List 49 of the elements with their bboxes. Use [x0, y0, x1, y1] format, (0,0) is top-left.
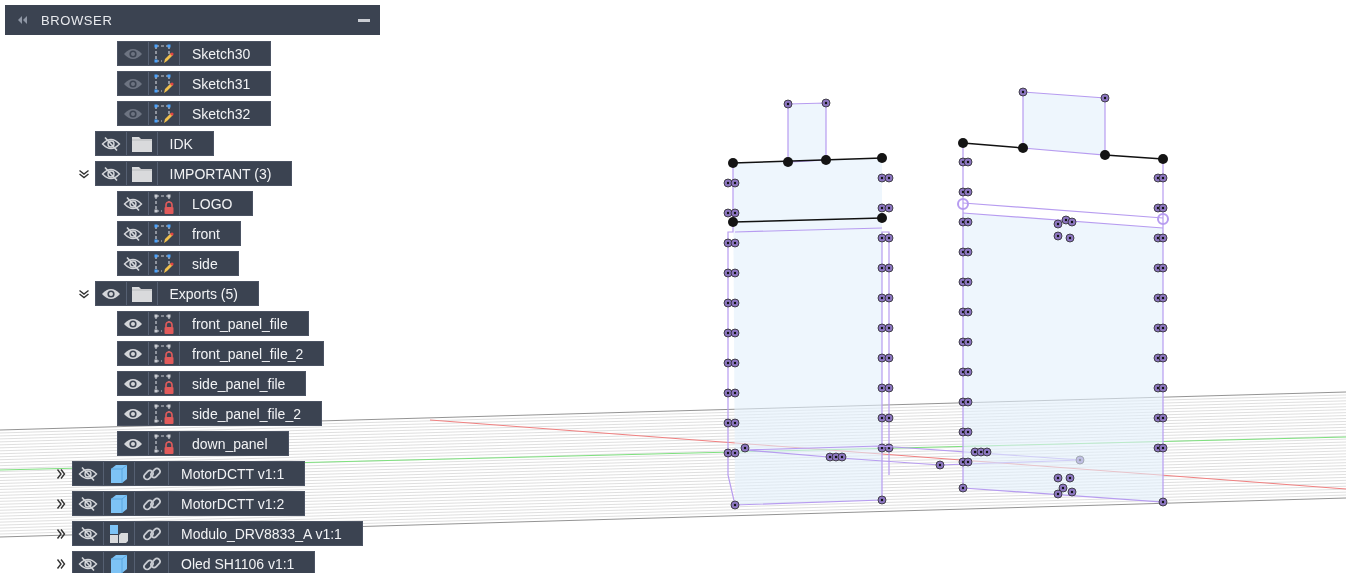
cube-icon	[110, 493, 128, 514]
minimize-icon[interactable]	[358, 18, 370, 22]
eye-slash-icon[interactable]	[100, 135, 121, 152]
eye-icon[interactable]	[123, 346, 143, 361]
cubes-icon	[109, 523, 129, 544]
tree-item[interactable]: front_panel_file_2	[117, 341, 325, 366]
eye-icon[interactable]	[123, 406, 143, 421]
cube-icon	[110, 463, 128, 484]
tree-item[interactable]: Sketch30	[117, 41, 272, 66]
tree-item[interactable]: down_panel	[117, 431, 289, 456]
tree-item[interactable]: IDK	[94, 131, 214, 156]
eye-icon[interactable]	[123, 376, 143, 391]
tree-item[interactable]: front_panel_file	[117, 311, 309, 336]
expand-chevron-icon[interactable]	[56, 467, 66, 480]
tree-item[interactable]: side_panel_file_2	[117, 401, 322, 426]
tree-item[interactable]: MotorDCTT v1:2	[72, 491, 306, 516]
eye-icon[interactable]	[100, 286, 121, 301]
eye-slash-icon[interactable]	[123, 255, 143, 272]
collapse-chevron-icon[interactable]	[77, 168, 90, 179]
folder-icon	[130, 164, 153, 183]
eye-slash-icon[interactable]	[123, 195, 143, 212]
eye-slash-icon[interactable]	[78, 495, 98, 512]
tree-item[interactable]: Sketch31	[117, 71, 272, 96]
tree-item[interactable]: LOGO	[117, 191, 254, 216]
eye-icon[interactable]	[123, 316, 143, 331]
tree-item[interactable]: front	[117, 221, 241, 246]
expand-chevron-icon[interactable]	[56, 527, 66, 540]
folder-icon	[130, 134, 153, 153]
tree-item[interactable]: Oled SH1106 v1:1	[72, 551, 316, 573]
eye-slash-icon[interactable]	[78, 555, 98, 572]
tree-item[interactable]: Modulo_DRV8833_A v1:1	[72, 521, 363, 546]
expand-chevron-icon[interactable]	[56, 497, 66, 510]
panel-title: BROWSER	[41, 12, 114, 28]
cube-icon	[110, 553, 128, 573]
folder-icon	[130, 284, 153, 303]
tree-item[interactable]: Sketch32	[117, 101, 272, 126]
collapse-panel-icon[interactable]	[17, 16, 27, 24]
eye-icon[interactable]	[123, 436, 143, 451]
tree-item[interactable]: Exports (5)	[94, 281, 259, 306]
tree-item[interactable]: side	[117, 251, 239, 276]
tree-item[interactable]: IMPORTANT (3)	[94, 161, 293, 186]
eye-slash-icon[interactable]	[100, 165, 121, 182]
expand-chevron-icon[interactable]	[56, 557, 66, 570]
collapse-chevron-icon[interactable]	[77, 288, 90, 299]
eye-slash-icon[interactable]	[78, 525, 98, 542]
eye-slash-icon[interactable]	[123, 225, 143, 242]
tree-item[interactable]: MotorDCTT v1:1	[72, 461, 306, 486]
tree-item[interactable]: side_panel_file	[117, 371, 307, 396]
eye-slash-icon[interactable]	[78, 465, 98, 482]
